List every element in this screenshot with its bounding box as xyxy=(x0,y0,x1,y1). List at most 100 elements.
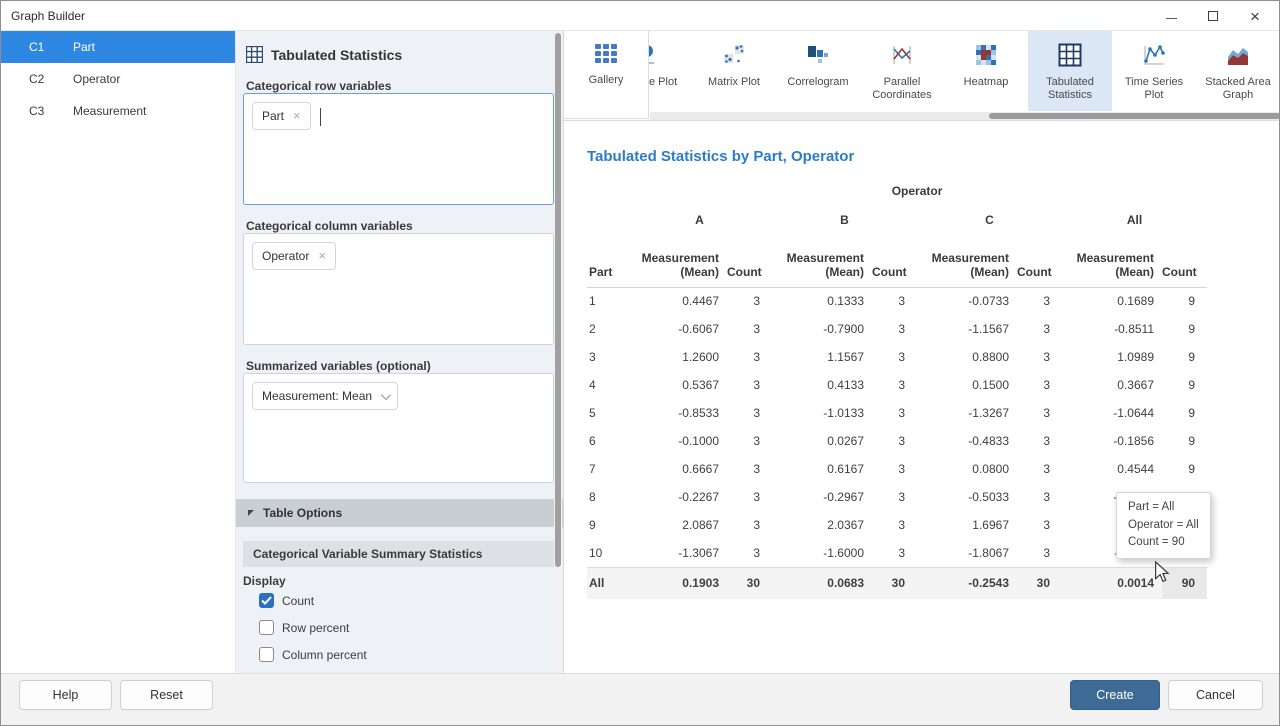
gallery-item-matrix-plot[interactable]: Matrix Plot xyxy=(692,31,776,111)
mean-value[interactable]: -0.0733 xyxy=(917,287,1017,315)
count-value[interactable]: 3 xyxy=(727,539,772,567)
close-button[interactable]: × xyxy=(1235,1,1275,31)
mean-value[interactable]: -0.7900 xyxy=(772,315,872,343)
count-value[interactable]: 3 xyxy=(872,371,917,399)
mean-value[interactable]: -1.6000 xyxy=(772,539,872,567)
count-value[interactable]: 3 xyxy=(727,511,772,539)
mean-value[interactable]: -1.3067 xyxy=(627,539,727,567)
variable-chip-measurement-mean[interactable]: Measurement: Mean xyxy=(252,382,398,410)
minimize-button[interactable] xyxy=(1151,1,1191,31)
count-value[interactable]: 30 xyxy=(872,567,917,599)
mean-value[interactable]: 0.0683 xyxy=(772,567,872,599)
mean-value[interactable]: 0.1903 xyxy=(627,567,727,599)
count-value[interactable]: 3 xyxy=(727,371,772,399)
count-value[interactable]: 3 xyxy=(1017,371,1062,399)
mean-value[interactable]: 0.4133 xyxy=(772,371,872,399)
checkbox-icon[interactable] xyxy=(259,647,274,662)
gallery-item-time-series-plot[interactable]: Time Series Plot xyxy=(1112,31,1196,111)
count-value[interactable]: 3 xyxy=(1017,287,1062,315)
count-value[interactable]: 3 xyxy=(872,455,917,483)
mean-value[interactable]: 1.6967 xyxy=(917,511,1017,539)
count-value[interactable]: 3 xyxy=(1017,427,1062,455)
mean-value[interactable]: 0.4544 xyxy=(1062,455,1162,483)
count-value[interactable]: 3 xyxy=(872,539,917,567)
summarized-variables-dropzone[interactable]: Measurement: Mean xyxy=(243,373,554,483)
mean-value[interactable]: 0.0014 xyxy=(1062,567,1162,599)
count-value[interactable]: 3 xyxy=(1017,455,1062,483)
mean-value[interactable]: 0.1689 xyxy=(1062,287,1162,315)
mean-value[interactable]: -1.0133 xyxy=(772,399,872,427)
count-value[interactable]: 3 xyxy=(1017,483,1062,511)
mean-value[interactable]: -0.6067 xyxy=(627,315,727,343)
mean-value[interactable]: 1.1567 xyxy=(772,343,872,371)
count-value[interactable]: 3 xyxy=(872,399,917,427)
reset-button[interactable]: Reset xyxy=(120,680,213,710)
count-value[interactable]: 9 xyxy=(1162,315,1207,343)
gallery-item-stacked-area-graph[interactable]: Stacked Area Graph xyxy=(1196,31,1280,111)
mean-value[interactable]: -0.1856 xyxy=(1062,427,1162,455)
mean-value[interactable]: -0.8533 xyxy=(627,399,727,427)
count-value[interactable]: 9 xyxy=(1162,399,1207,427)
mean-value[interactable]: -0.2267 xyxy=(627,483,727,511)
count-value[interactable]: 3 xyxy=(1017,399,1062,427)
gallery-scrollbar[interactable] xyxy=(650,112,1280,120)
mean-value[interactable]: -1.3267 xyxy=(917,399,1017,427)
mean-value[interactable]: 0.4467 xyxy=(627,287,727,315)
gallery-item-heatmap[interactable]: Heatmap xyxy=(944,31,1028,111)
mean-value[interactable]: 0.8800 xyxy=(917,343,1017,371)
mean-value[interactable]: 0.0800 xyxy=(917,455,1017,483)
table-options-header[interactable]: Table Options xyxy=(236,499,563,527)
mean-value[interactable]: -0.2543 xyxy=(917,567,1017,599)
mean-value[interactable]: 2.0367 xyxy=(772,511,872,539)
mean-value[interactable]: 0.6667 xyxy=(627,455,727,483)
remove-chip-icon[interactable]: × xyxy=(318,251,326,261)
checkbox-row-percent[interactable]: Row percent xyxy=(259,620,349,635)
variable-chip-part[interactable]: Part × xyxy=(252,102,311,130)
gallery-item-correlogram[interactable]: Correlogram xyxy=(776,31,860,111)
mean-value[interactable]: 0.1500 xyxy=(917,371,1017,399)
mean-value[interactable]: -0.4833 xyxy=(917,427,1017,455)
count-value[interactable]: 3 xyxy=(727,287,772,315)
panel-scrollbar[interactable] xyxy=(554,31,562,673)
remove-chip-icon[interactable]: × xyxy=(293,111,301,121)
count-value[interactable]: 3 xyxy=(1017,511,1062,539)
count-value[interactable]: 3 xyxy=(727,399,772,427)
row-variables-dropzone[interactable]: Part × xyxy=(243,93,554,205)
count-value[interactable]: 3 xyxy=(727,483,772,511)
gallery-item-tabulated-statistics[interactable]: Tabulated Statistics xyxy=(1028,31,1112,111)
mean-value[interactable]: -0.2967 xyxy=(772,483,872,511)
checkbox-icon[interactable] xyxy=(259,593,274,608)
maximize-button[interactable] xyxy=(1193,1,1233,31)
sidebar-item-operator[interactable]: C2 Operator xyxy=(1,63,235,95)
count-value[interactable]: 9 xyxy=(1162,427,1207,455)
mean-value[interactable]: 2.0867 xyxy=(627,511,727,539)
count-value[interactable]: 30 xyxy=(727,567,772,599)
count-value[interactable]: 3 xyxy=(872,343,917,371)
chevron-down-icon[interactable] xyxy=(381,390,391,400)
scrollbar-thumb[interactable] xyxy=(555,33,561,567)
count-value[interactable]: 3 xyxy=(1017,315,1062,343)
count-value[interactable]: 3 xyxy=(872,287,917,315)
count-value[interactable]: 3 xyxy=(1017,343,1062,371)
help-button[interactable]: Help xyxy=(19,680,112,710)
column-variables-dropzone[interactable]: Operator × xyxy=(243,233,554,345)
count-value[interactable]: 9 xyxy=(1162,371,1207,399)
scrollbar-thumb[interactable] xyxy=(989,113,1280,119)
count-value[interactable]: 3 xyxy=(872,483,917,511)
mean-value[interactable]: 0.0267 xyxy=(772,427,872,455)
count-value[interactable]: 3 xyxy=(727,315,772,343)
cancel-button[interactable]: Cancel xyxy=(1168,680,1263,710)
gallery-item-parallel-coordinates[interactable]: Parallel Coordinates xyxy=(860,31,944,111)
variable-chip-operator[interactable]: Operator × xyxy=(252,242,336,270)
mean-value[interactable]: 0.3667 xyxy=(1062,371,1162,399)
create-button[interactable]: Create xyxy=(1070,680,1160,710)
count-value[interactable]: 9 xyxy=(1162,287,1207,315)
count-value[interactable]: 9 xyxy=(1162,455,1207,483)
mean-value[interactable]: -0.1000 xyxy=(627,427,727,455)
count-value[interactable]: 30 xyxy=(1017,567,1062,599)
mean-value[interactable]: -1.0644 xyxy=(1062,399,1162,427)
sidebar-item-measurement[interactable]: C3 Measurement xyxy=(1,95,235,127)
count-value[interactable]: 3 xyxy=(727,343,772,371)
gallery-item-gallery[interactable]: Gallery xyxy=(564,31,649,119)
count-value[interactable]: 9 xyxy=(1162,343,1207,371)
